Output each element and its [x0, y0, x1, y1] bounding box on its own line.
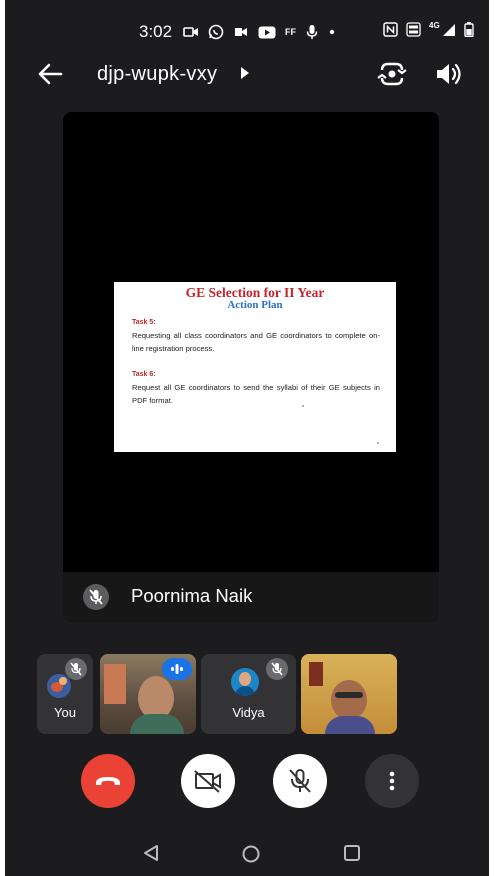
caret-right-icon[interactable] [241, 67, 249, 79]
participant-tile-vidya[interactable]: Vidya [201, 654, 296, 734]
hang-up-button[interactable] [81, 754, 135, 808]
avatar [231, 668, 259, 696]
speaking-indicator-icon [162, 658, 192, 680]
mic-off-icon [70, 662, 82, 676]
participant-face [331, 680, 367, 720]
system-status-icons: 4G [383, 21, 474, 37]
slide-corner-dot [377, 442, 379, 444]
ff-icon: FF [285, 27, 296, 37]
task-text: Request all GE coordinators to send the … [132, 383, 380, 405]
participant-label: Vidya [232, 705, 265, 720]
mic-muted-badge [65, 658, 87, 680]
whatsapp-icon [208, 24, 224, 40]
nfc-icon [383, 22, 398, 37]
hang-up-icon [96, 777, 120, 785]
participant-name: Poornima Naik [131, 585, 253, 606]
participant-tile-video[interactable] [301, 654, 397, 734]
speaker-icon[interactable] [435, 61, 463, 87]
participant-shoulders [130, 714, 184, 734]
participant-tile-speaking[interactable] [100, 654, 196, 734]
participant-name-bar: Poornima Naik [63, 572, 439, 622]
youtube-icon [258, 26, 276, 38]
notification-icons: FF [183, 24, 336, 40]
slide-subtitle: Action Plan [227, 299, 283, 311]
dot-icon [329, 29, 335, 35]
meet-icon [235, 28, 247, 36]
task-label: Task 5: [132, 319, 156, 326]
status-time: 3:02 [139, 22, 173, 41]
network-type: 4G [429, 21, 440, 30]
system-nav-bar [5, 826, 489, 876]
nav-home-icon[interactable] [241, 844, 261, 864]
participant-label: You [54, 705, 76, 720]
camera-off-icon [194, 770, 221, 793]
participant-glasses [335, 692, 363, 698]
presentation-slide: GE Selection for II Year Action Plan Tas… [114, 282, 396, 452]
meeting-top-bar: djp-wupk-vxy [5, 52, 489, 96]
mic-icon [306, 25, 318, 39]
background-curtain [104, 664, 126, 704]
slide-cursor-dot [302, 405, 304, 407]
signal-icon [442, 23, 455, 36]
back-arrow-icon[interactable] [35, 60, 65, 88]
status-bar: 3:02 FF 4G [5, 0, 489, 60]
nav-recents-icon[interactable] [342, 844, 362, 862]
background-poster [309, 662, 323, 686]
mic-off-icon [89, 589, 103, 605]
phone-screen: 3:02 FF 4G djp-wupk-vxy GE Selection for… [5, 0, 489, 876]
mic-muted-badge [83, 584, 109, 610]
camera-toggle-button[interactable] [181, 754, 235, 808]
video-call-icon [183, 27, 198, 37]
volte-icon [406, 22, 421, 37]
mic-off-icon [289, 769, 311, 793]
main-video-tile[interactable]: GE Selection for II Year Action Plan Tas… [63, 112, 439, 622]
mic-off-icon [271, 662, 283, 676]
more-options-button[interactable] [365, 754, 419, 808]
switch-camera-icon[interactable] [377, 60, 407, 88]
participant-tile-you[interactable]: You [37, 654, 93, 734]
more-vertical-icon [389, 771, 395, 791]
nav-back-icon[interactable] [141, 844, 161, 862]
task-text: Requesting all class coordinators and GE… [132, 331, 380, 353]
task-label: Task 6: [132, 371, 156, 378]
meeting-code[interactable]: djp-wupk-vxy [97, 63, 217, 86]
mic-toggle-button[interactable] [273, 754, 327, 808]
battery-icon [463, 22, 474, 37]
mic-muted-badge [266, 658, 288, 680]
participant-shoulders [325, 716, 375, 734]
